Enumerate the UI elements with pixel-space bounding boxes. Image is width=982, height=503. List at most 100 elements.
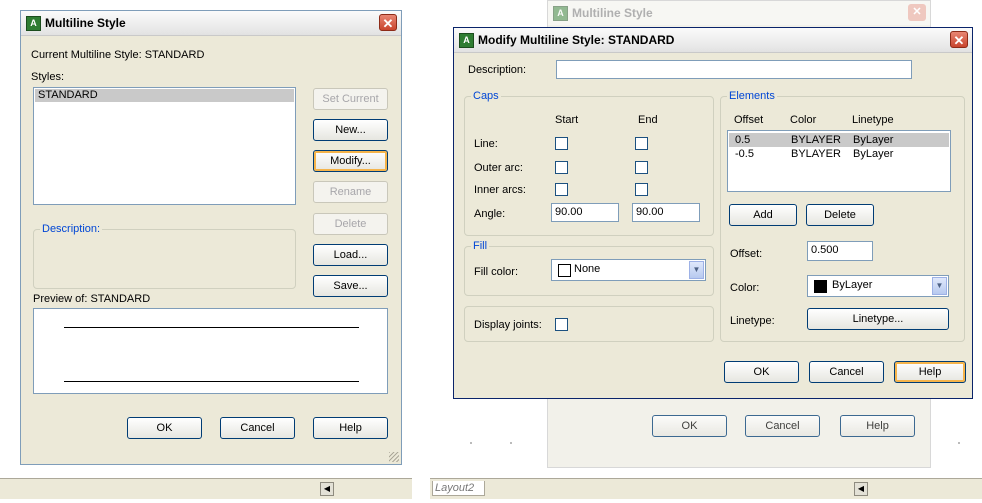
element-color: BYLAYER <box>791 148 841 160</box>
add-element-button[interactable]: Add <box>729 204 797 226</box>
element-offset: 0.5 <box>735 134 751 146</box>
description-group: Description: <box>33 223 296 289</box>
caps-angle-label: Angle: <box>474 208 506 220</box>
title-bar[interactable]: A Multiline Style ✕ <box>21 11 401 36</box>
close-icon: ✕ <box>382 16 394 31</box>
fill-color-label: Fill color: <box>474 266 519 278</box>
caps-inner-arcs-label: Inner arcs: <box>474 184 526 196</box>
help-button[interactable]: Help <box>894 361 966 383</box>
cancel-button[interactable]: Cancel <box>809 361 884 383</box>
preview-line-top <box>64 327 359 328</box>
caps-end-header: End <box>638 114 658 126</box>
chevron-left-icon[interactable]: ◀ <box>320 482 334 496</box>
close-button[interactable]: ✕ <box>950 31 968 48</box>
layout-tab[interactable]: Layout2 <box>432 481 486 496</box>
close-button[interactable]: ✕ <box>379 14 397 31</box>
table-row[interactable]: 0.5 BYLAYER ByLayer <box>729 133 949 147</box>
outer-arc-end-checkbox[interactable] <box>635 161 648 174</box>
cancel-button[interactable]: Cancel <box>745 415 820 437</box>
element-offset: -0.5 <box>735 148 754 160</box>
caps-label: Caps <box>471 90 501 102</box>
app-icon: A <box>459 33 474 48</box>
table-row[interactable]: -0.5 BYLAYER ByLayer <box>729 147 949 161</box>
styles-list[interactable]: STANDARD <box>33 87 296 205</box>
offset-label: Offset: <box>730 248 763 260</box>
ok-button[interactable]: OK <box>127 417 202 439</box>
fill-color-select[interactable]: None ▼ <box>551 259 706 281</box>
set-current-button[interactable]: Set Current <box>313 88 388 110</box>
ok-button[interactable]: OK <box>652 415 727 437</box>
color-value: ByLayer <box>832 279 873 291</box>
offset-input[interactable]: 0.500 <box>807 241 873 261</box>
element-linetype: ByLayer <box>853 134 894 146</box>
preview-line-bottom <box>64 381 359 382</box>
close-icon: ✕ <box>953 33 965 48</box>
background-dot <box>958 442 960 444</box>
column-header-offset: Offset <box>734 114 764 126</box>
status-bar-right: Layout2 ◀ <box>430 478 982 499</box>
multiline-style-dialog: A Multiline Style ✕ Current Multiline St… <box>20 10 402 465</box>
linetype-label: Linetype: <box>730 315 775 327</box>
rename-button[interactable]: Rename <box>313 181 388 203</box>
background-title-bar: A Multiline Style ✕ <box>548 1 930 25</box>
delete-element-button[interactable]: Delete <box>806 204 874 226</box>
description-input[interactable] <box>556 60 912 79</box>
modify-multiline-style-dialog: A Modify Multiline Style: STANDARD ✕ Des… <box>453 27 973 399</box>
resize-grip[interactable] <box>389 452 399 462</box>
color-label: Color: <box>730 282 760 294</box>
background-dot <box>510 442 512 444</box>
app-icon: A <box>553 6 568 21</box>
preview-area <box>33 308 388 394</box>
line-end-checkbox[interactable] <box>635 137 648 150</box>
modify-button[interactable]: Modify... <box>313 150 388 172</box>
fill-color-value: None <box>574 263 601 275</box>
save-button[interactable]: Save... <box>313 275 388 297</box>
new-button[interactable]: New... <box>313 119 388 141</box>
element-color: BYLAYER <box>791 134 841 146</box>
color-swatch <box>814 280 827 293</box>
background-dot <box>470 442 472 444</box>
linetype-button[interactable]: Linetype... <box>807 308 949 330</box>
delete-button[interactable]: Delete <box>313 213 388 235</box>
app-icon: A <box>26 16 41 31</box>
caps-start-header: Start <box>555 114 579 126</box>
fill-label: Fill <box>471 240 490 252</box>
title-bar[interactable]: A Modify Multiline Style: STANDARD ✕ <box>454 28 972 53</box>
line-start-checkbox[interactable] <box>555 137 568 150</box>
elements-list[interactable]: 0.5 BYLAYER ByLayer -0.5 BYLAYER ByLayer <box>727 130 951 192</box>
angle-start-input[interactable]: 90.00 <box>551 203 619 222</box>
styles-label: Styles: <box>31 71 65 83</box>
elements-label: Elements <box>727 90 777 102</box>
column-header-linetype: Linetype <box>852 114 894 126</box>
chevron-down-icon[interactable]: ▼ <box>689 261 704 279</box>
close-icon: ✕ <box>908 4 926 21</box>
chevron-left-icon[interactable]: ◀ <box>854 482 868 496</box>
display-joints-label: Display joints: <box>474 319 542 331</box>
current-style-label: Current Multiline Style: STANDARD <box>31 49 205 61</box>
caps-outer-arc-label: Outer arc: <box>474 162 523 174</box>
description-label: Description: <box>468 64 527 76</box>
status-bar-left: ◀ <box>0 478 412 499</box>
background-dialog-title: Multiline Style <box>572 6 653 20</box>
preview-label: Preview of: STANDARD <box>33 293 151 305</box>
dialog-title: Multiline Style <box>45 16 126 30</box>
ok-button[interactable]: OK <box>724 361 799 383</box>
chevron-down-icon[interactable]: ▼ <box>932 277 947 295</box>
inner-arcs-start-checkbox[interactable] <box>555 183 568 196</box>
list-item[interactable]: STANDARD <box>35 89 294 102</box>
caps-line-label: Line: <box>474 138 498 150</box>
outer-arc-start-checkbox[interactable] <box>555 161 568 174</box>
dialog-title: Modify Multiline Style: STANDARD <box>478 33 675 47</box>
color-select[interactable]: ByLayer ▼ <box>807 275 949 297</box>
help-button[interactable]: Help <box>313 417 388 439</box>
fill-color-swatch <box>558 264 571 277</box>
inner-arcs-end-checkbox[interactable] <box>635 183 648 196</box>
column-header-color: Color <box>790 114 817 126</box>
help-button[interactable]: Help <box>840 415 915 437</box>
cancel-button[interactable]: Cancel <box>220 417 295 439</box>
load-button[interactable]: Load... <box>313 244 388 266</box>
angle-end-input[interactable]: 90.00 <box>632 203 700 222</box>
description-label: Description: <box>40 223 103 235</box>
element-linetype: ByLayer <box>853 148 894 160</box>
display-joints-checkbox[interactable] <box>555 318 568 331</box>
